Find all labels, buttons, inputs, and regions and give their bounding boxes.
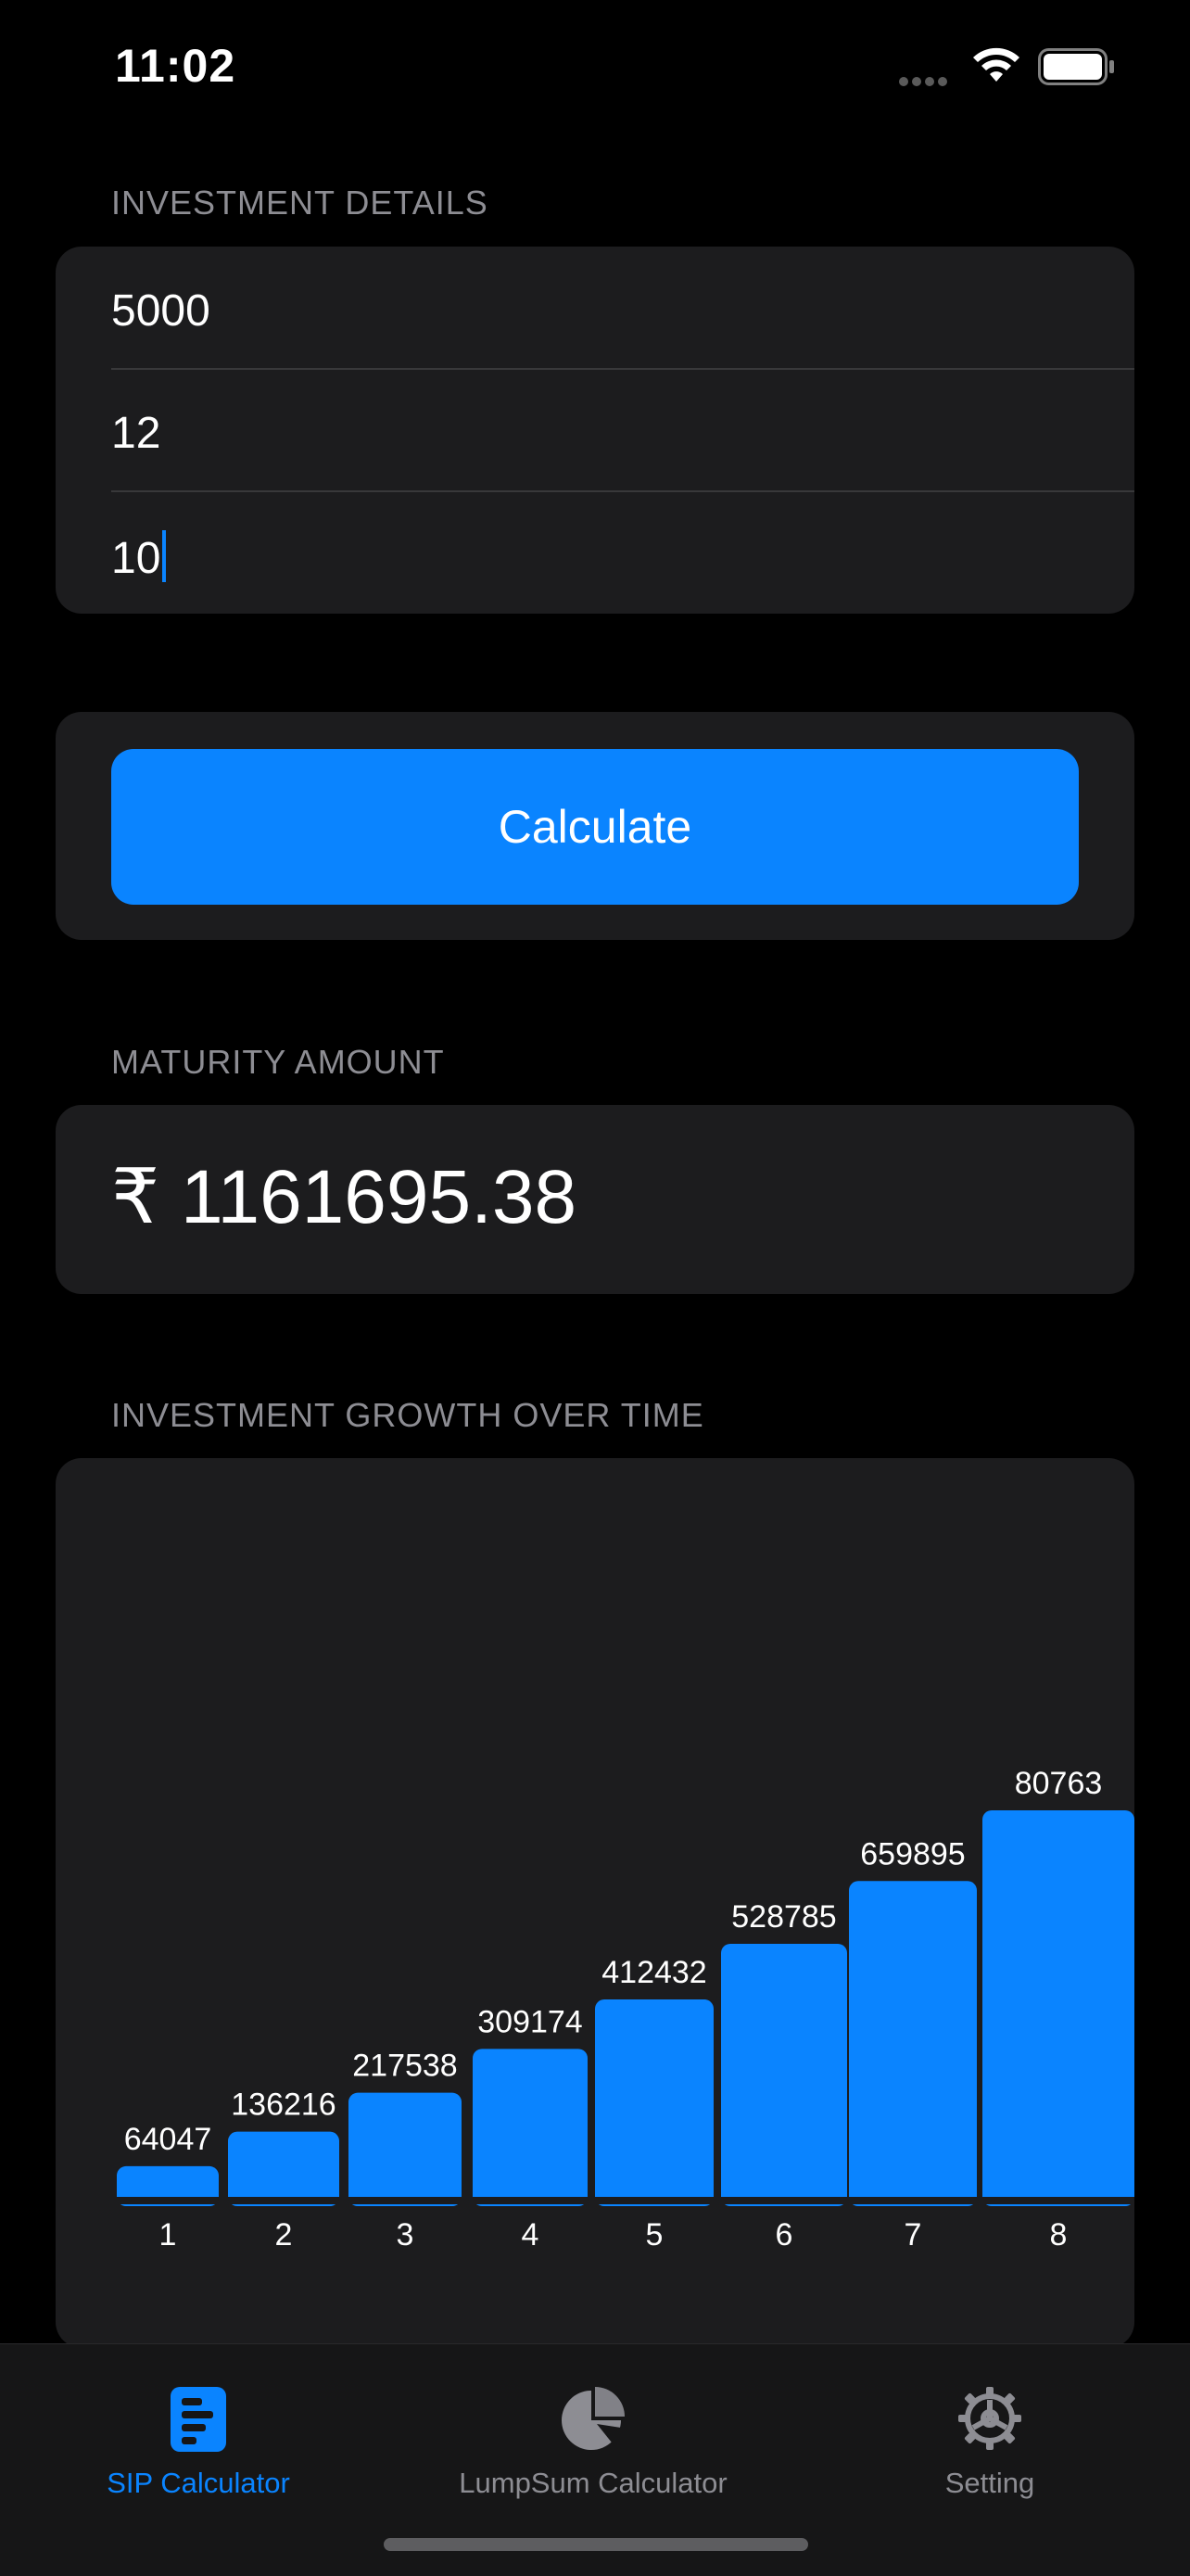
years-input-field: 10 [111, 530, 167, 584]
x-tick-label: 6 [776, 2217, 793, 2252]
bar-value-label: 80763 [1015, 1766, 1103, 1801]
x-tick-label: 7 [905, 2217, 922, 2252]
growth-bar-chart: 64047 1 136216 2 217538 3 309174 4 412432 5 528785… [56, 1766, 1134, 2252]
home-indicator [384, 2538, 808, 2551]
x-tick-label: 3 [397, 2217, 414, 2252]
bar-year-8 [982, 1810, 1134, 2206]
tab-sip-calculator[interactable]: SIP Calculator [13, 2363, 384, 2502]
status-bar: 11:02 [0, 0, 1190, 139]
status-time: 11:02 [115, 40, 236, 92]
monthly-investment-value: 5000 [111, 286, 210, 336]
tab-lumpsum-calculator[interactable]: LumpSum Calculator [408, 2363, 779, 2502]
years-value: 10 [111, 534, 161, 583]
sip-calculator-icon [171, 2387, 226, 2452]
investment-details-header: INVESTMENT DETAILS [111, 184, 488, 222]
return-rate-input[interactable]: 12 [111, 369, 1134, 490]
calculate-card: Calculate [56, 712, 1134, 940]
bar-value-label: 528785 [731, 1899, 836, 1935]
bar-value-label: 136216 [231, 2087, 335, 2123]
bar-value-label: 659895 [860, 1836, 965, 1872]
maturity-amount-card: ₹ 1161695.38 [56, 1105, 1134, 1294]
tab-lumpsum-calculator-label: LumpSum Calculator [459, 2467, 728, 2499]
x-tick-label: 5 [646, 2217, 664, 2252]
bar-year-2 [228, 2131, 339, 2206]
bar-year-3 [348, 2092, 462, 2206]
x-tick-label: 8 [1050, 2217, 1068, 2252]
bar-value-label: 412432 [601, 1955, 706, 1990]
x-tick-label: 2 [275, 2217, 293, 2252]
maturity-amount-header: MATURITY AMOUNT [111, 1043, 445, 1081]
x-tick-label: 4 [522, 2217, 539, 2252]
bar-value-label: 309174 [477, 2004, 582, 2039]
x-tick-label: 1 [159, 2217, 177, 2252]
maturity-amount-value: ₹ 1161695.38 [111, 1155, 577, 1239]
monthly-investment-input[interactable]: 5000 [111, 247, 1134, 368]
calculate-button[interactable]: Calculate [111, 749, 1079, 905]
growth-chart-header: INVESTMENT GROWTH OVER TIME [111, 1396, 704, 1434]
bar-year-7 [849, 1881, 977, 2206]
bar-year-6 [721, 1943, 847, 2206]
gear-icon [958, 2387, 1021, 2450]
tab-setting[interactable]: Setting [804, 2363, 1175, 2502]
return-rate-value: 12 [111, 409, 161, 458]
bar-value-label: 64047 [124, 2122, 212, 2157]
tab-sip-calculator-label: SIP Calculator [107, 2467, 290, 2499]
battery-icon [1038, 48, 1114, 85]
bar-year-5 [595, 1999, 714, 2206]
years-input[interactable]: 10 [111, 491, 1134, 613]
bar-value-label: 217538 [352, 2049, 457, 2084]
bar-year-4 [473, 2049, 588, 2206]
wifi-icon [973, 47, 1019, 82]
tab-setting-label: Setting [944, 2467, 1035, 2499]
growth-chart-card: 64047 1 136216 2 217538 3 309174 4 412432 5 528785… [56, 1458, 1134, 2348]
text-cursor [162, 530, 167, 582]
cellular-signal-icon [899, 74, 951, 91]
pie-chart-icon [562, 2387, 625, 2450]
chart-baseline-mask [56, 2197, 1134, 2204]
investment-details-card: 5000 12 10 [56, 247, 1134, 614]
